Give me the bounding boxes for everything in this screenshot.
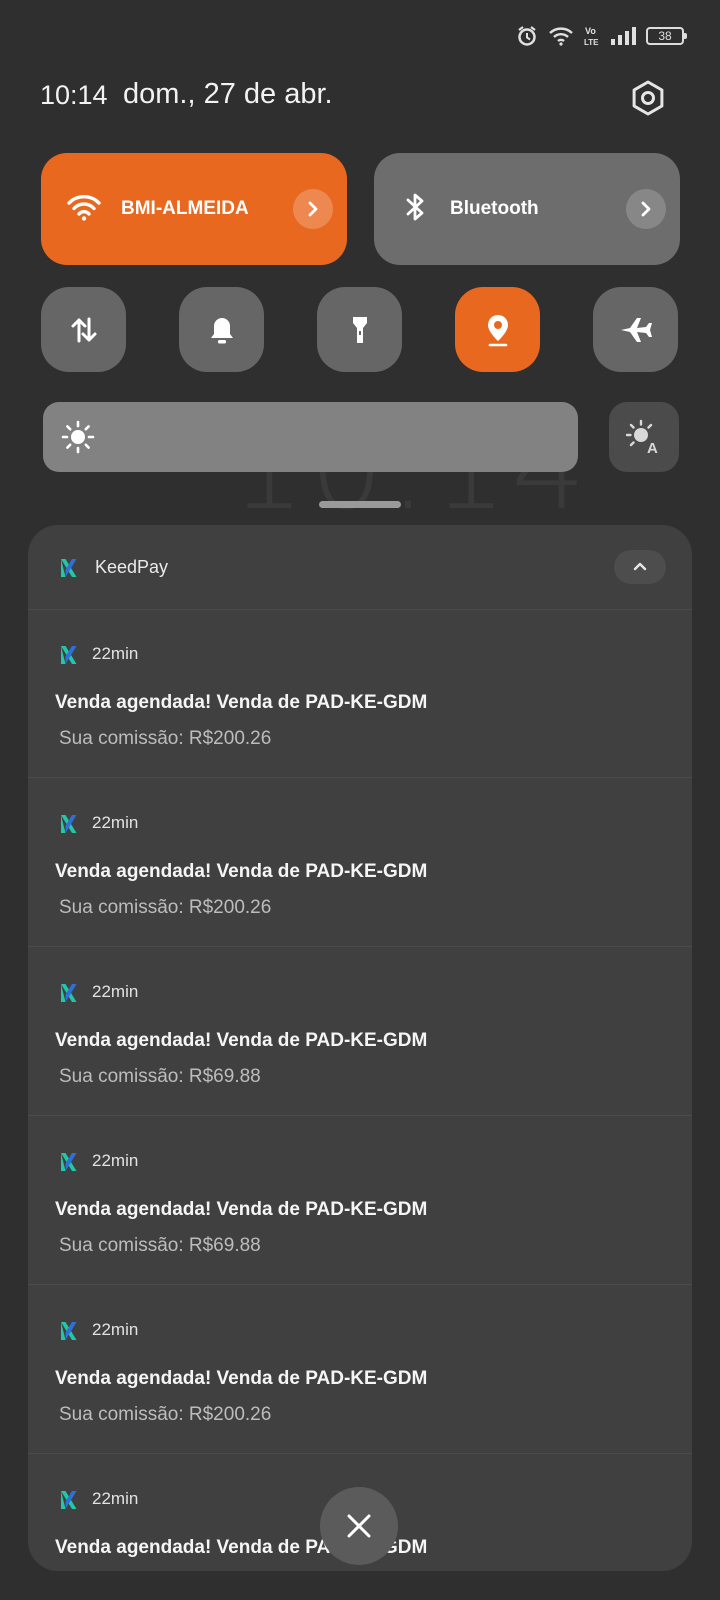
mobile-data-toggle[interactable]: [41, 287, 126, 372]
notification-time: 22min: [92, 1320, 139, 1339]
battery-indicator: 38: [646, 27, 687, 45]
notification-item[interactable]: 22min Venda agendada! Venda de PAD-KE-GD…: [28, 609, 692, 778]
wifi-tile[interactable]: BMI-ALMEIDA: [41, 153, 347, 265]
svg-text:LTE: LTE: [584, 38, 599, 47]
auto-brightness-button[interactable]: A: [609, 402, 679, 472]
notification-body: Sua comissão: R$69.88: [59, 1066, 261, 1087]
notification-time: 22min: [92, 982, 139, 1001]
notification-time: 22min: [92, 1151, 139, 1170]
brightness-slider[interactable]: [43, 402, 578, 472]
location-icon: [487, 314, 508, 346]
signal-icon: [610, 26, 636, 46]
keedpay-logo-icon: [60, 983, 78, 1008]
wifi-network-name: BMI-ALMEIDA: [121, 198, 249, 219]
chevron-up-icon: [633, 562, 647, 571]
auto-brightness-label: A: [647, 440, 658, 456]
notification-body: Sua comissão: R$69.88: [59, 1235, 261, 1256]
wifi-expand-button[interactable]: [293, 189, 333, 229]
status-bar: Vo LTE 38: [516, 20, 687, 52]
settings-gear-icon: [632, 80, 664, 116]
notification-item[interactable]: 22min Venda agendada! Venda de PAD-KE-GD…: [28, 1116, 692, 1285]
notification-body: Sua comissão: R$200.26: [59, 897, 272, 918]
notification-body: Sua comissão: R$200.26: [59, 728, 272, 749]
svg-text:Vo: Vo: [585, 26, 596, 36]
wifi-icon: [548, 26, 574, 46]
notification-title: Venda agendada! Venda de PAD-KE-GDM: [55, 1368, 428, 1389]
notification-item[interactable]: 22min Venda agendada! Venda de PAD-KE-GD…: [28, 947, 692, 1116]
airplane-icon: [620, 317, 652, 342]
wifi-tile-icon: [67, 193, 101, 226]
notification-title: Venda agendada! Venda de PAD-KE-GDM: [55, 1199, 428, 1220]
clear-all-button[interactable]: [320, 1487, 398, 1565]
keedpay-logo-icon: [60, 814, 78, 839]
auto-brightness-icon: A: [625, 419, 658, 456]
notification-time: 22min: [92, 644, 139, 663]
keedpay-logo-icon: [60, 1321, 78, 1346]
sun-icon: [61, 420, 95, 459]
volte-icon: Vo LTE: [584, 25, 600, 47]
battery-level: 38: [658, 29, 672, 43]
bell-icon: [210, 317, 233, 343]
notification-group: KeedPay 22min Venda agendada! Venda de P…: [28, 525, 692, 1571]
keedpay-logo-icon: [60, 558, 78, 583]
notification-title: Venda agendada! Venda de PAD-KE-GDM: [55, 1030, 428, 1051]
chevron-right-icon: [308, 201, 318, 217]
flashlight-toggle[interactable]: [317, 287, 402, 372]
sound-toggle[interactable]: [179, 287, 264, 372]
notification-group-header[interactable]: KeedPay: [28, 525, 692, 610]
notification-time: 22min: [92, 813, 139, 832]
notification-item[interactable]: 22min Venda agendada! Venda de PAD-KE-GD…: [28, 1285, 692, 1454]
keedpay-logo-icon: [60, 645, 78, 670]
mobile-data-icon: [71, 317, 96, 342]
alarm-icon: [516, 25, 538, 47]
notification-item[interactable]: 22min Venda agendada! Venda de PAD-KE-GD…: [28, 778, 692, 947]
bluetooth-tile[interactable]: Bluetooth: [374, 153, 680, 265]
notification-app-name: KeedPay: [95, 557, 169, 577]
close-icon: [347, 1514, 371, 1538]
panel-drag-handle[interactable]: [319, 501, 401, 508]
flashlight-icon: [352, 316, 367, 343]
header-date: dom., 27 de abr.: [123, 78, 333, 110]
header-time: 10:14: [40, 80, 108, 110]
keedpay-logo-icon: [60, 1490, 78, 1515]
bluetooth-expand-button[interactable]: [626, 189, 666, 229]
collapse-button[interactable]: [614, 550, 666, 584]
notification-body: Sua comissão: R$200.26: [59, 1404, 272, 1425]
bluetooth-icon: [400, 191, 430, 228]
settings-button[interactable]: [626, 76, 670, 120]
keedpay-logo-icon: [60, 1152, 78, 1177]
location-toggle[interactable]: [455, 287, 540, 372]
bluetooth-label: Bluetooth: [450, 198, 539, 219]
notification-title: Venda agendada! Venda de PAD-KE-GDM: [55, 861, 428, 882]
airplane-mode-toggle[interactable]: [593, 287, 678, 372]
notification-time: 22min: [92, 1489, 139, 1508]
notification-title: Venda agendada! Venda de PAD-KE-GDM: [55, 692, 428, 713]
chevron-right-icon: [641, 201, 651, 217]
